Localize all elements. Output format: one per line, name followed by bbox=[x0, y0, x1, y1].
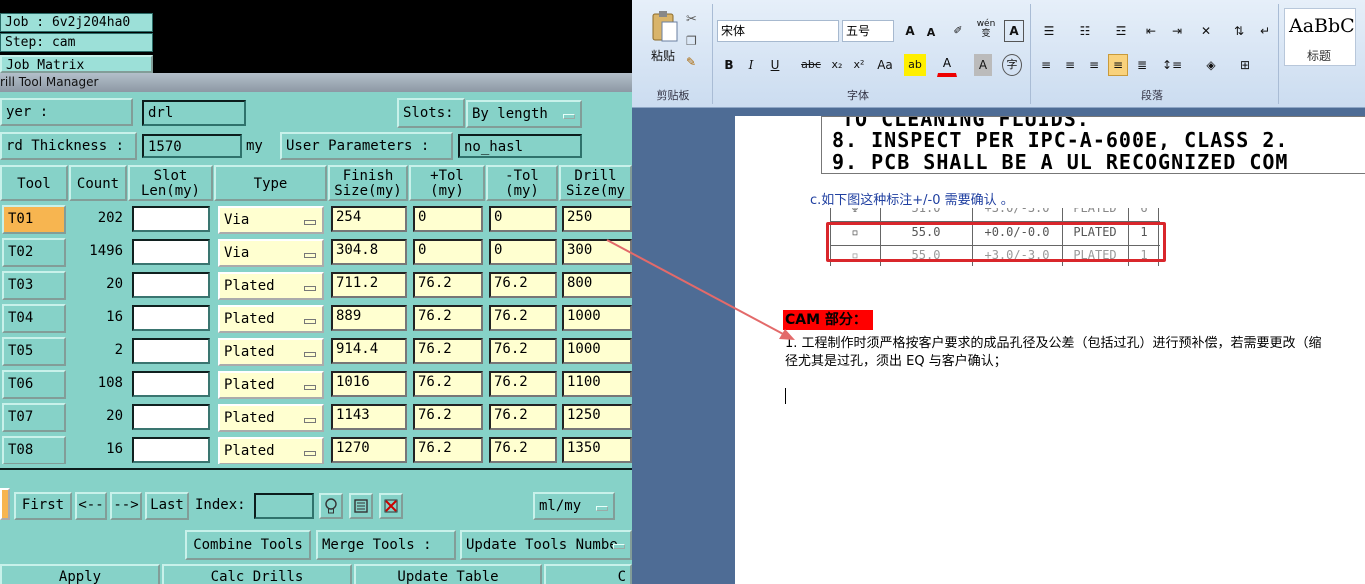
annotation-arrow bbox=[606, 239, 795, 340]
